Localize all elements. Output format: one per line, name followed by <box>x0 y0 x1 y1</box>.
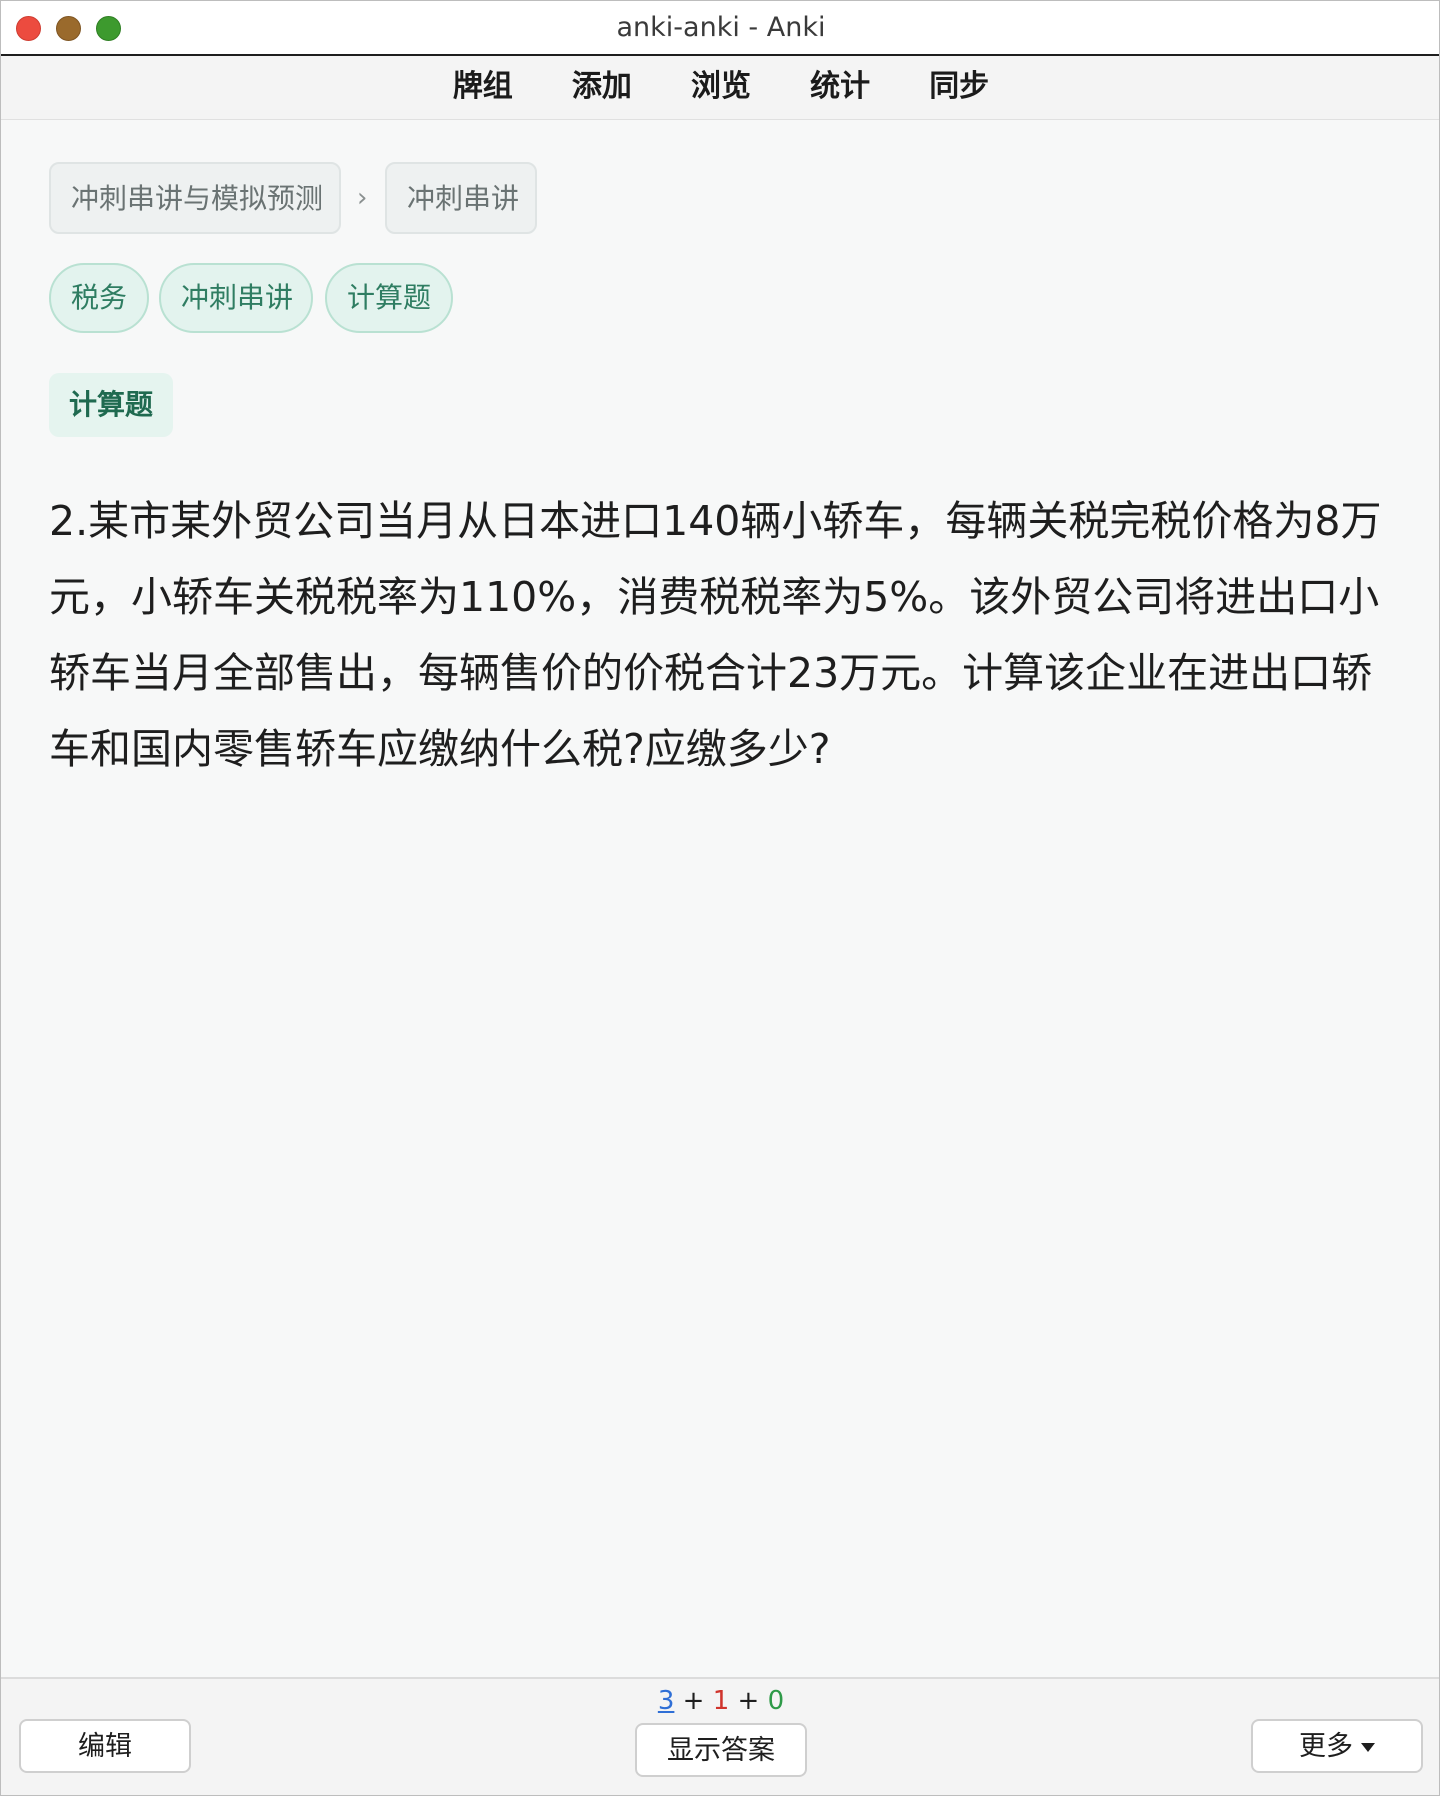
tag-calculation: 计算题 <box>325 263 453 333</box>
review-count: 0 <box>767 1686 785 1716</box>
toolbar-browse[interactable]: 浏览 <box>691 56 751 118</box>
count-plus: + <box>682 1686 705 1716</box>
breadcrumb-parent-deck: 冲刺串讲与模拟预测 <box>49 162 341 234</box>
tag-sprint-lecture: 冲刺串讲 <box>159 263 313 333</box>
window-title: anki-anki - Anki <box>616 12 826 43</box>
toolbar-decks[interactable]: 牌组 <box>453 56 513 118</box>
new-count: 3 <box>657 1686 675 1716</box>
card-content: 冲刺串讲与模拟预测 › 冲刺串讲 税务 冲刺串讲 计算题 计算题 2.某市某外贸… <box>1 120 1439 1677</box>
tag-tax: 税务 <box>49 263 149 333</box>
more-button-label: 更多 <box>1299 1731 1353 1762</box>
anki-window: anki-anki - Anki 牌组 添加 浏览 统计 同步 冲刺串讲与模拟预… <box>0 0 1440 1796</box>
main-toolbar: 牌组 添加 浏览 统计 同步 <box>1 56 1439 120</box>
question-type-label: 计算题 <box>49 373 174 437</box>
review-bottom-bar: 编辑 3 + 1 + 0 显示答案 更多 <box>1 1677 1439 1795</box>
more-button[interactable]: 更多 <box>1251 1719 1423 1773</box>
title-bar: anki-anki - Anki <box>1 1 1439 56</box>
learn-count: 1 <box>712 1686 730 1716</box>
toolbar-stats[interactable]: 统计 <box>810 56 870 118</box>
due-counts: 3 + 1 + 0 <box>1 1685 1439 1717</box>
question-text: 2.某市某外贸公司当月从日本进口140辆小轿车，每辆关税完税价格为8万元，小轿车… <box>49 497 1382 773</box>
breadcrumb-subdeck: 冲刺串讲 <box>385 162 537 234</box>
toolbar-add[interactable]: 添加 <box>572 56 632 118</box>
caret-down-icon <box>1361 1743 1375 1752</box>
show-answer-button[interactable]: 显示答案 <box>635 1723 807 1777</box>
toolbar-sync[interactable]: 同步 <box>929 56 989 118</box>
breadcrumb-separator: › <box>357 183 368 213</box>
edit-button[interactable]: 编辑 <box>19 1719 191 1773</box>
count-plus: + <box>737 1686 760 1716</box>
